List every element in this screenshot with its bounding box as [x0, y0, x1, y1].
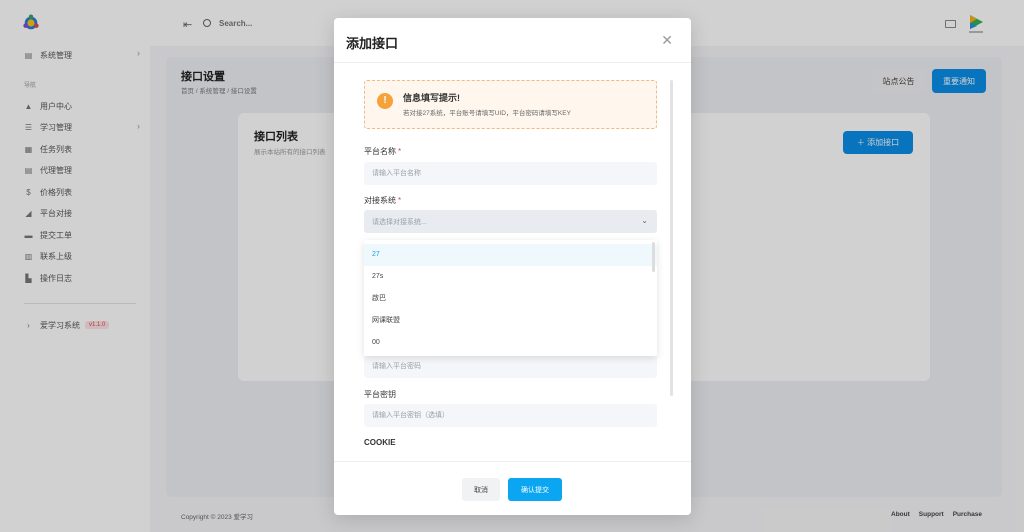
dropdown-option[interactable]: 啟巴	[364, 288, 657, 310]
close-icon[interactable]: ✕	[661, 33, 673, 47]
modal-header-divider	[334, 62, 691, 63]
dropdown-option[interactable]: 网课联盟	[364, 310, 657, 332]
dropdown-option[interactable]: 27	[364, 244, 657, 266]
platform-name-label: 平台名称 *	[364, 147, 402, 156]
system-dropdown: 27 27s 啟巴 网课联盟 00	[364, 240, 657, 356]
modal-scrollbar[interactable]	[670, 80, 673, 396]
platform-key-label: 平台密钥	[364, 390, 396, 399]
required-marker: *	[398, 196, 402, 205]
system-select-placeholder: 请选择对接系统...	[372, 219, 427, 226]
system-label: 对接系统 *	[364, 196, 402, 205]
dropdown-option[interactable]: 00	[364, 332, 657, 354]
dropdown-scrollbar[interactable]	[652, 242, 655, 272]
cookie-label: COOKIE	[364, 438, 396, 447]
required-marker: *	[398, 147, 402, 156]
platform-name-input[interactable]	[364, 162, 657, 185]
alert-title: 信息填写提示!	[403, 93, 460, 103]
modal-footer-divider	[334, 461, 691, 462]
platform-key-input[interactable]	[364, 404, 657, 427]
add-interface-modal: 添加接口 ✕ ! 信息填写提示! 若对接27系统，平台账号请填写UID，平台密码…	[334, 18, 691, 515]
system-select[interactable]: 请选择对接系统... ⌄	[364, 210, 657, 233]
modal-title: 添加接口	[346, 36, 399, 51]
info-alert: ! 信息填写提示! 若对接27系统，平台账号请填写UID，平台密码请填写KEY	[364, 80, 657, 129]
warning-icon: !	[377, 93, 393, 109]
alert-text: 若对接27系统，平台账号请填写UID，平台密码请填写KEY	[403, 110, 571, 117]
platform-password-input[interactable]	[364, 355, 657, 378]
dropdown-option[interactable]: 27s	[364, 266, 657, 288]
cancel-button[interactable]: 取消	[462, 478, 500, 501]
chevron-down-icon: ⌄	[641, 216, 648, 225]
submit-button[interactable]: 确认提交	[508, 478, 562, 501]
